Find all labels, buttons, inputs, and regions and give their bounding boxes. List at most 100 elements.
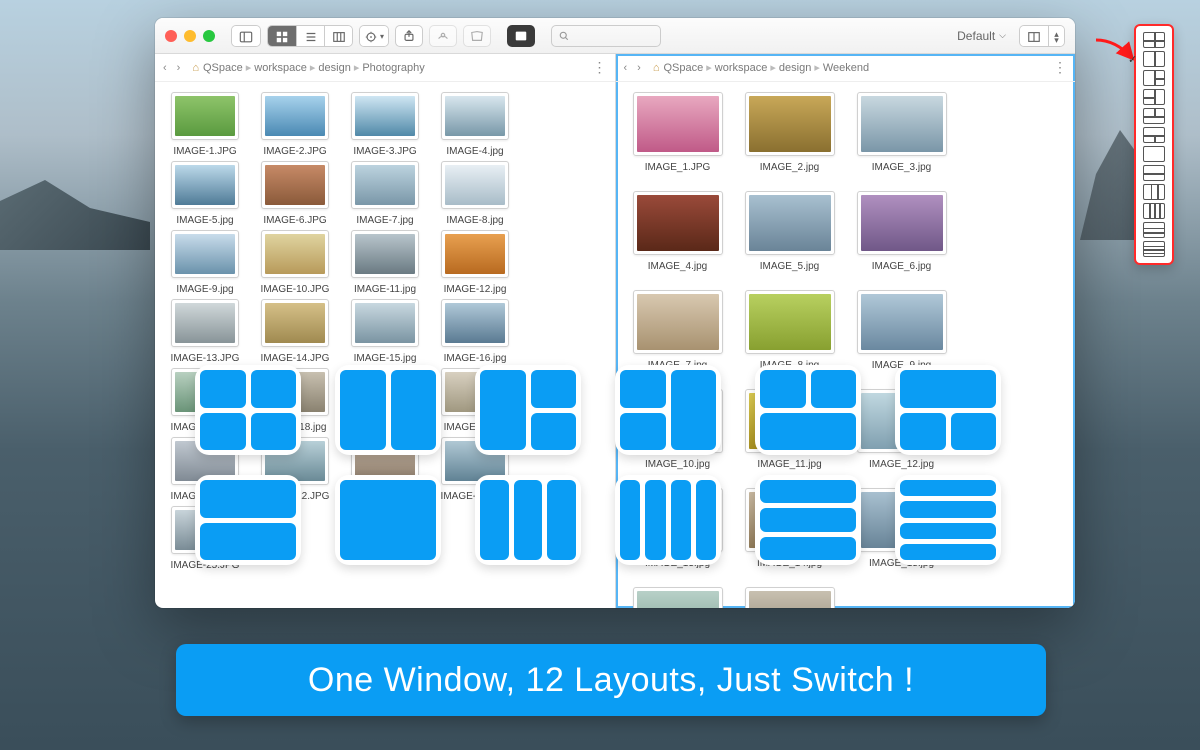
close-button[interactable] (165, 30, 177, 42)
file-thumbnail (351, 299, 419, 347)
nav-back-button[interactable]: ‹ (624, 62, 628, 74)
layout-tile-t-bottom[interactable] (895, 365, 1001, 455)
pane-menu-button[interactable]: ⋮ (1053, 59, 1067, 76)
layout-tile-two-col[interactable] (335, 365, 441, 455)
layout-option-three-col[interactable] (1143, 184, 1165, 200)
layout-tile-t-top[interactable] (755, 365, 861, 455)
layout-tile-two-row[interactable] (195, 475, 301, 565)
breadcrumb-label: Photography (362, 62, 424, 74)
file-name: IMAGE_4.jpg (622, 261, 734, 272)
layout-option-two-row[interactable] (1143, 165, 1165, 181)
file-item[interactable]: IMAGE-8.jpg (431, 161, 519, 226)
file-item[interactable]: IMAGE-6.JPG (251, 161, 339, 226)
breadcrumb-item[interactable]: ⌂QSpace (192, 62, 242, 74)
breadcrumb-label: design (779, 62, 811, 74)
file-item[interactable]: IMAGE-11.jpg (341, 230, 429, 295)
breadcrumb-item[interactable]: workspace (715, 62, 768, 74)
file-thumbnail (171, 92, 239, 140)
nav-back-button[interactable]: ‹ (163, 62, 167, 74)
workspace-picker[interactable]: Default ⌵ (950, 25, 1013, 47)
layout-tile-three-col[interactable] (475, 475, 581, 565)
file-item[interactable]: IMAGE-5.jpg (161, 161, 249, 226)
pathbar: ‹ › ⌂QSpace▸workspace▸design▸Photography… (155, 54, 615, 82)
file-item[interactable]: IMAGE_16.jpg (622, 587, 734, 608)
layout-option-two-col[interactable] (1143, 51, 1165, 67)
file-thumbnail (351, 161, 419, 209)
breadcrumb-item[interactable]: design (318, 62, 350, 74)
sidebar-toggle-button[interactable] (232, 26, 260, 47)
traffic-lights (165, 30, 215, 42)
layout-option-three-row[interactable] (1143, 222, 1165, 238)
layout-option-single[interactable] (1143, 146, 1165, 162)
file-item[interactable]: IMAGE-14.JPG (251, 299, 339, 364)
file-item[interactable]: IMAGE-15.jpg (341, 299, 429, 364)
file-item[interactable]: IMAGE_9.jpg (846, 290, 958, 371)
breadcrumb-item[interactable]: design (779, 62, 811, 74)
layout-menu-button[interactable]: ▴▾ (1048, 26, 1064, 47)
file-name: IMAGE-14.JPG (251, 353, 339, 364)
layout-option-l-left[interactable] (1143, 70, 1165, 86)
layout-tile-four-col[interactable] (615, 475, 721, 565)
breadcrumb-separator: ▸ (354, 61, 360, 74)
layout-tile-four-row[interactable] (895, 475, 1001, 565)
zoom-button[interactable] (203, 30, 215, 42)
layout-tile-three-row[interactable] (755, 475, 861, 565)
file-item[interactable]: IMAGE_4.jpg (622, 191, 734, 272)
minimize-button[interactable] (184, 30, 196, 42)
layout-option-row (1140, 108, 1168, 124)
file-item[interactable]: IMAGE_5.jpg (734, 191, 846, 272)
file-item[interactable]: IMAGE-9.jpg (161, 230, 249, 295)
file-item[interactable]: IMAGE_17.jpg (734, 587, 846, 608)
file-item[interactable]: IMAGE-1.JPG (161, 92, 249, 157)
layout-option-grid-4[interactable] (1143, 32, 1165, 48)
file-item[interactable]: IMAGE-12.jpg (431, 230, 519, 295)
file-item[interactable]: IMAGE-7.jpg (341, 161, 429, 226)
layout-option-t-top[interactable] (1143, 108, 1165, 124)
nav-forward-button[interactable]: › (177, 62, 181, 74)
file-item[interactable]: IMAGE_3.jpg (846, 92, 958, 173)
pane-menu-button[interactable]: ⋮ (593, 59, 607, 76)
layout-option-l-right[interactable] (1143, 89, 1165, 105)
layout-option-four-col[interactable] (1143, 203, 1165, 219)
layout-tile-grid-4[interactable] (195, 365, 301, 455)
layout-tile-l-right[interactable] (615, 365, 721, 455)
view-list-button[interactable] (296, 26, 324, 47)
file-item[interactable]: IMAGE-4.jpg (431, 92, 519, 157)
tag-button[interactable] (463, 25, 491, 47)
file-item[interactable]: IMAGE-3.JPG (341, 92, 429, 157)
file-item[interactable]: IMAGE-10.JPG (251, 230, 339, 295)
file-name: IMAGE-15.jpg (341, 353, 429, 364)
updown-icon: ▴▾ (1054, 31, 1059, 43)
breadcrumb-item[interactable]: Photography (362, 62, 424, 74)
file-item[interactable]: IMAGE_2.jpg (734, 92, 846, 173)
layout-option-t-bottom[interactable] (1143, 127, 1165, 143)
action-menu-button[interactable]: ▾ (360, 26, 388, 47)
breadcrumb-separator: ▸ (770, 61, 776, 74)
nav-forward-button[interactable]: › (637, 62, 641, 74)
file-item[interactable]: IMAGE-16.jpg (431, 299, 519, 364)
file-item[interactable]: IMAGE_6.jpg (846, 191, 958, 272)
layout-tile-single[interactable] (335, 475, 441, 565)
file-item[interactable]: IMAGE_8.jpg (734, 290, 846, 371)
layout-switch-group: ▴▾ (1019, 25, 1065, 47)
layout-switch-button[interactable] (1020, 26, 1048, 47)
view-column-button[interactable] (324, 26, 352, 47)
breadcrumb-item[interactable]: Weekend (823, 62, 869, 74)
file-thumbnail (441, 299, 509, 347)
breadcrumb-item[interactable]: ⌂QSpace (653, 62, 703, 74)
file-item[interactable]: IMAGE-13.JPG (161, 299, 249, 364)
file-item[interactable]: IMAGE_7.jpg (622, 290, 734, 371)
file-name: IMAGE-3.JPG (341, 146, 429, 157)
view-icon-button[interactable] (268, 26, 296, 47)
file-thumbnail (171, 161, 239, 209)
breadcrumb-item[interactable]: workspace (254, 62, 307, 74)
share-button[interactable] (395, 25, 423, 47)
airdrop-button[interactable] (429, 25, 457, 47)
file-item[interactable]: IMAGE-2.JPG (251, 92, 339, 157)
terminal-button[interactable] (507, 25, 535, 47)
layout-option-four-row[interactable] (1143, 241, 1165, 257)
file-item[interactable]: IMAGE_1.JPG (622, 92, 734, 173)
file-name: IMAGE_1.JPG (622, 162, 734, 173)
layout-tile-l-left[interactable] (475, 365, 581, 455)
search-field[interactable] (551, 25, 661, 47)
